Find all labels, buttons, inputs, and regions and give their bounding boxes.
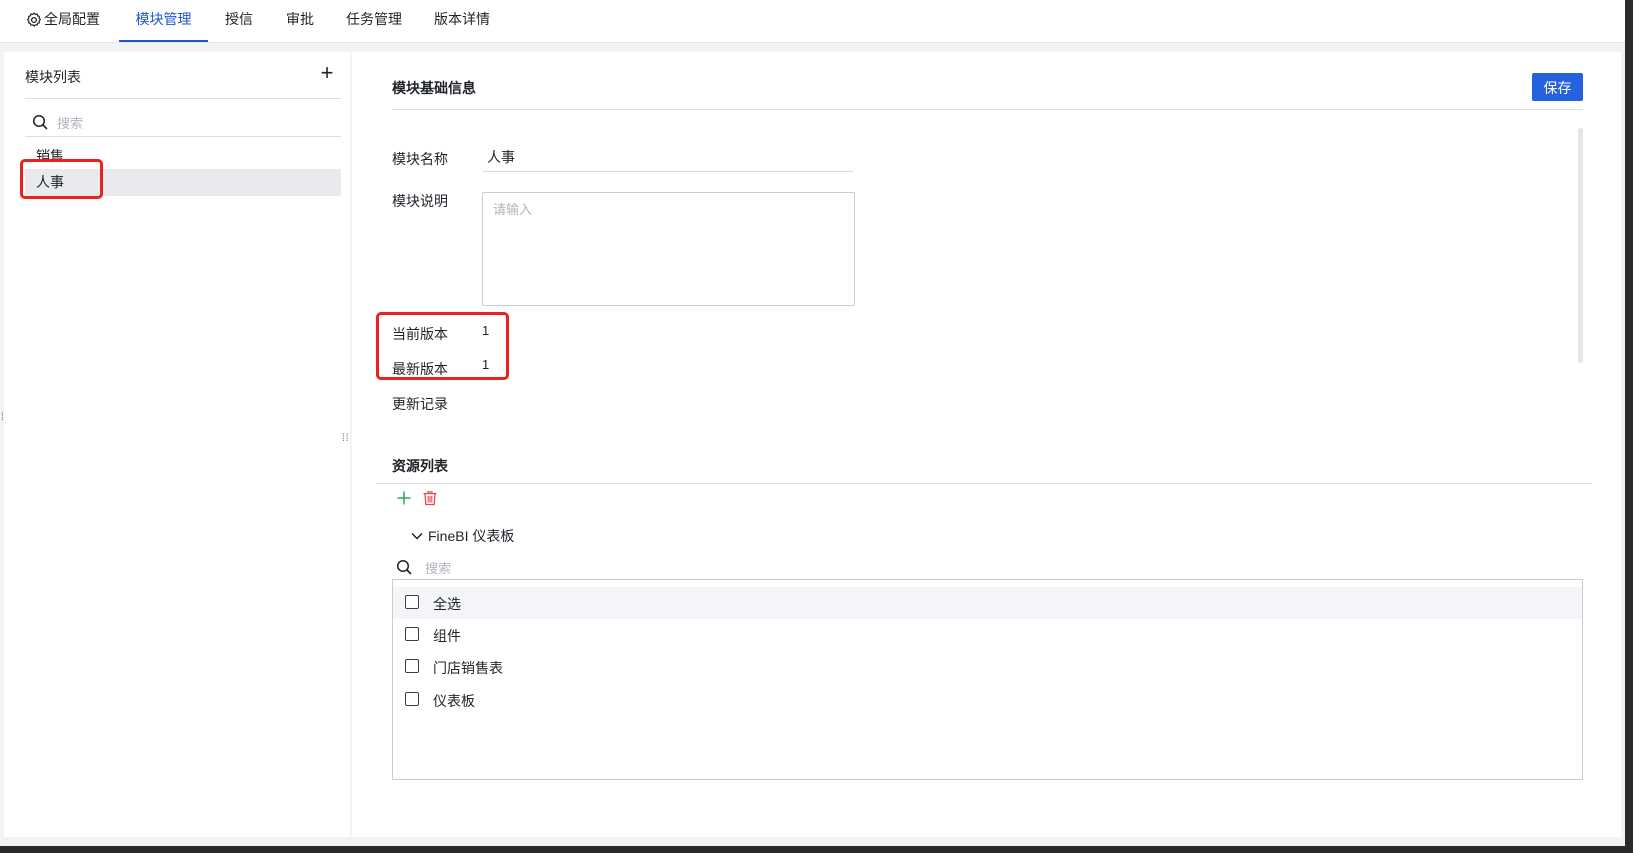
resource-list-title: 资源列表 [392,458,448,474]
update-log-link[interactable]: 更新记录 [392,394,448,414]
list-item[interactable]: 仪表板 [393,684,1582,716]
resource-checkbox-list: 全选 组件 门店销售表 仪表板 [392,579,1583,780]
list-item-label: 组件 [433,628,461,644]
list-item-label: 门店销售表 [433,660,503,676]
checkbox[interactable] [405,692,419,706]
tab-credit[interactable]: 授信 [225,0,253,40]
chevron-down-icon[interactable] [410,530,424,542]
module-desc-textarea[interactable] [482,192,855,306]
module-name-label: 模块名称 [392,151,448,167]
divider [25,98,341,99]
module-detail-panel: 模块基础信息 保存 模块名称 模块说明 当前版本 1 最新版本 1 更新记录 资… [352,52,1621,837]
checkbox[interactable] [405,627,419,641]
basic-info-title: 模块基础信息 [392,80,476,96]
tree-node-label: FineBI 仪表板 [428,528,515,544]
checkbox[interactable] [405,659,419,673]
app-page: 全局配置 模块管理 授信 审批 任务管理 版本详情 ⁞⁞ 模块列表 + 销售 人… [0,0,1625,846]
divider [376,483,1592,484]
latest-version-label: 最新版本 [392,361,448,377]
module-item-hr[interactable]: 人事 [25,169,341,196]
latest-version-value: 1 [482,357,490,372]
top-nav: 全局配置 模块管理 授信 审批 任务管理 版本详情 [0,0,1625,43]
resource-search [392,556,1583,580]
resource-search-input[interactable] [423,556,727,580]
tab-task-management[interactable]: 任务管理 [346,0,402,40]
search-icon [396,559,412,575]
module-search-input[interactable] [55,111,329,135]
current-version-label: 当前版本 [392,326,448,342]
module-name-input[interactable] [483,142,853,172]
module-list-panel: 模块列表 + 销售 人事 [4,52,350,837]
tab-module-management[interactable]: 模块管理 [119,0,208,42]
panel-resize-handle[interactable]: ⁞⁞ [342,434,350,453]
module-search [25,109,341,137]
module-item-sales[interactable]: 销售 [25,143,341,170]
list-item[interactable]: 组件 [393,619,1582,651]
checkbox[interactable] [405,595,419,609]
select-all-row[interactable]: 全选 [393,587,1582,619]
trash-icon[interactable] [422,490,438,506]
save-button[interactable]: 保存 [1532,73,1583,101]
tab-approval[interactable]: 审批 [286,0,314,40]
divider [392,109,1583,110]
list-item-label: 全选 [433,596,461,612]
gear-icon [27,12,41,27]
current-version-value: 1 [482,323,490,338]
scrollbar[interactable] [1578,128,1583,363]
module-list-title: 模块列表 [25,69,81,85]
plus-icon[interactable]: + [317,61,337,85]
tab-global-config[interactable]: 全局配置 [44,0,100,40]
tab-version-details[interactable]: 版本详情 [434,0,490,40]
plus-icon[interactable] [396,490,412,506]
search-icon [32,114,48,130]
module-desc-label: 模块说明 [392,193,448,209]
list-item[interactable]: 门店销售表 [393,651,1582,683]
list-item-label: 仪表板 [433,693,475,709]
